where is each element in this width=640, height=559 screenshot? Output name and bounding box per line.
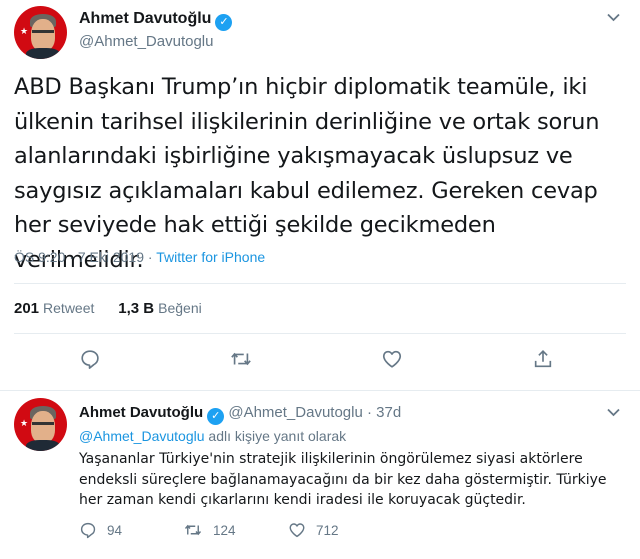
- reply-header: Ahmet Davutoğlu ✓ @Ahmet_Davutoglu · 37d: [79, 404, 401, 425]
- main-tweet: ★ Ahmet Davutoğlu ✓ @Ahmet_Davutoglu ABD …: [0, 0, 640, 391]
- reply-icon: [80, 522, 96, 539]
- tweet-actions: 94 124 712: [79, 521, 479, 545]
- reply-tweet[interactable]: ★ Ahmet Davutoğlu ✓ @Ahmet_Davutoglu · 37…: [0, 392, 640, 559]
- retweet-icon[interactable]: [229, 348, 253, 372]
- retweet-stat[interactable]: 201 Retweet: [14, 300, 95, 317]
- verified-badge-icon: ✓: [207, 408, 225, 425]
- tweet-text: Yaşananlar Türkiye'nin stratejik ilişkil…: [79, 451, 607, 508]
- meta-separator: ·: [147, 249, 153, 265]
- like-stat[interactable]: 1,3 B Beğeni: [118, 300, 202, 317]
- reply-to-label: adlı kişiye yanıt olarak: [208, 428, 347, 444]
- display-name[interactable]: Ahmet Davutoğlu ✓: [79, 10, 233, 31]
- tweet-source[interactable]: Twitter for iPhone: [156, 249, 265, 265]
- tweet-time[interactable]: ÖS 9:20: [14, 249, 65, 265]
- like-icon[interactable]: [381, 348, 405, 372]
- reply-mention-link[interactable]: @Ahmet_Davutoglu: [79, 428, 205, 444]
- retweet-label: Retweet: [43, 300, 95, 316]
- like-label: Beğeni: [158, 300, 202, 316]
- retweet-count: 124: [213, 522, 236, 538]
- like-icon: [289, 523, 305, 538]
- meta-separator: ·: [366, 404, 372, 421]
- display-name-text[interactable]: Ahmet Davutoğlu: [79, 10, 211, 27]
- user-handle[interactable]: @Ahmet_Davutoglu: [79, 33, 213, 50]
- replying-to: @Ahmet_Davutoglu adlı kişiye yanıt olara…: [79, 428, 346, 444]
- avatar[interactable]: ★: [14, 398, 67, 451]
- chevron-down-icon[interactable]: [607, 10, 620, 25]
- reply-icon[interactable]: [79, 348, 103, 372]
- tweet-stats: 201 Retweet 1,3 B Beğeni: [14, 300, 202, 317]
- like-button[interactable]: 712: [288, 521, 339, 539]
- chevron-down-icon[interactable]: [607, 405, 620, 420]
- divider: [14, 333, 626, 334]
- tweet-date[interactable]: 7 Eki 2019: [78, 249, 144, 265]
- verified-badge-icon: ✓: [215, 14, 233, 31]
- like-count: 1,3 B: [118, 300, 155, 317]
- retweet-count: 201: [14, 300, 40, 317]
- avatar[interactable]: ★: [14, 6, 67, 59]
- divider: [14, 283, 626, 284]
- user-handle[interactable]: @Ahmet_Davutoglu: [228, 404, 362, 421]
- tweet-text: ABD Başkanı Trump’ın hiçbir diplomatik t…: [14, 74, 600, 273]
- like-count: 712: [316, 522, 339, 538]
- share-icon[interactable]: [532, 348, 556, 372]
- display-name[interactable]: Ahmet Davutoğlu: [79, 404, 203, 421]
- reply-button[interactable]: 94: [79, 521, 122, 539]
- tweet-actions: [0, 348, 640, 376]
- reply-count: 94: [107, 522, 123, 538]
- meta-separator: ·: [69, 249, 74, 265]
- retweet-icon: [184, 524, 202, 536]
- tweet-age[interactable]: 37d: [376, 404, 401, 421]
- tweet-meta: ÖS 9:20 · 7 Eki 2019 · Twitter for iPhon…: [14, 249, 265, 265]
- retweet-button[interactable]: 124: [183, 521, 236, 539]
